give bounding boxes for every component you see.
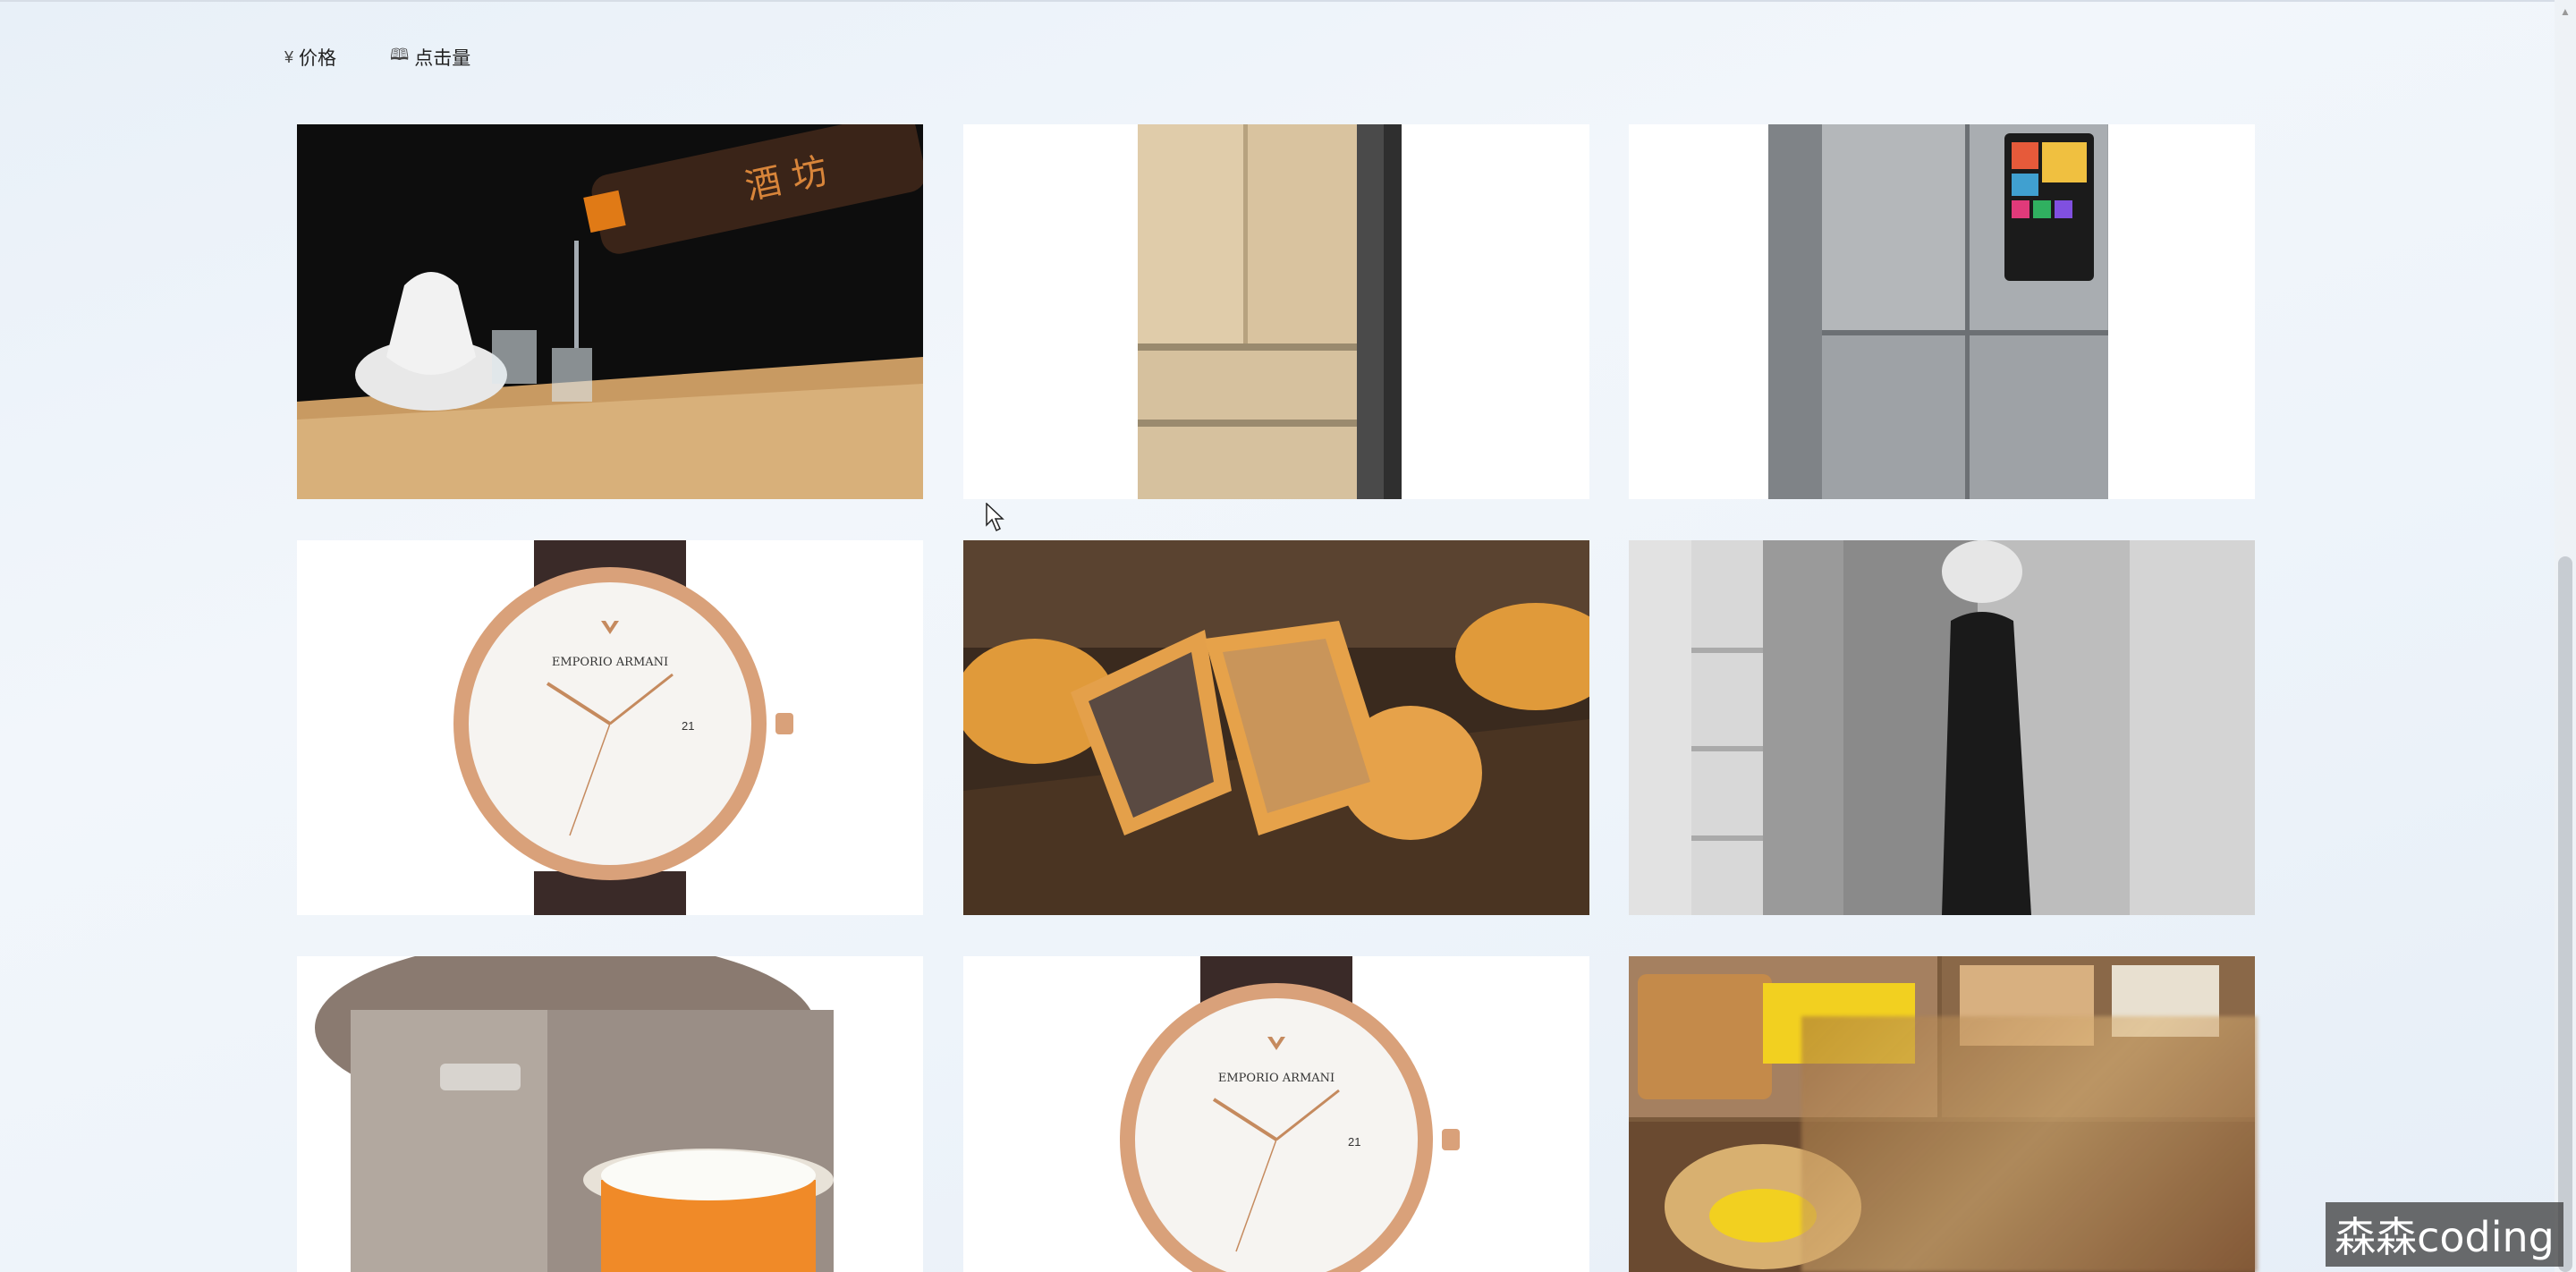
product-card-rice-cooker[interactable] [297,956,923,1272]
scroll-up-arrow-icon[interactable]: ▲ [2558,5,2572,18]
sort-clicks-label: 点击量 [414,48,471,69]
mouse-cursor-icon [986,503,1004,532]
fashion-image [1629,540,2255,915]
svg-text:21: 21 [682,719,694,733]
svg-text:EMPORIO ARMANI: EMPORIO ARMANI [552,656,668,669]
scrollbar-thumb[interactable] [2558,556,2572,1272]
svg-text:EMPORIO ARMANI: EMPORIO ARMANI [1218,1072,1335,1085]
sort-price-label: 价格 [299,48,337,69]
smart-fridge-image [1629,124,2255,499]
svg-text:21: 21 [1348,1135,1360,1149]
mooncakes-image [963,540,1589,915]
watermark-label: 森森coding [2326,1202,2563,1267]
product-card-watch-2[interactable]: EMPORIO ARMANI 21 [963,956,1589,1272]
sort-by-clicks-button[interactable]: 🕮 点击量 [390,44,470,71]
yen-icon: ¥ [284,47,294,66]
watch-2-image: EMPORIO ARMANI 21 [963,956,1589,1272]
champagne-fridge-image [963,124,1589,499]
product-card-mooncakes[interactable] [963,540,1589,915]
book-icon: 🕮 [390,46,410,64]
baijiu-image: 酒 坊 [297,124,923,499]
blurred-video-overlay [1801,1016,2258,1272]
sort-bar: ¥ 价格 🕮 点击量 [284,43,470,72]
product-card-champagne-fridge[interactable] [963,124,1589,499]
product-card-baijiu[interactable]: 酒 坊 [297,124,923,499]
top-divider [0,0,2576,2]
sort-by-price-button[interactable]: ¥ 价格 [284,44,336,71]
product-card-fashion[interactable] [1629,540,2255,915]
watch-image: EMPORIO ARMANI 21 [297,540,923,915]
product-card-watch[interactable]: EMPORIO ARMANI 21 [297,540,923,915]
rice-cooker-image [297,956,923,1272]
product-card-smart-fridge[interactable] [1629,124,2255,499]
